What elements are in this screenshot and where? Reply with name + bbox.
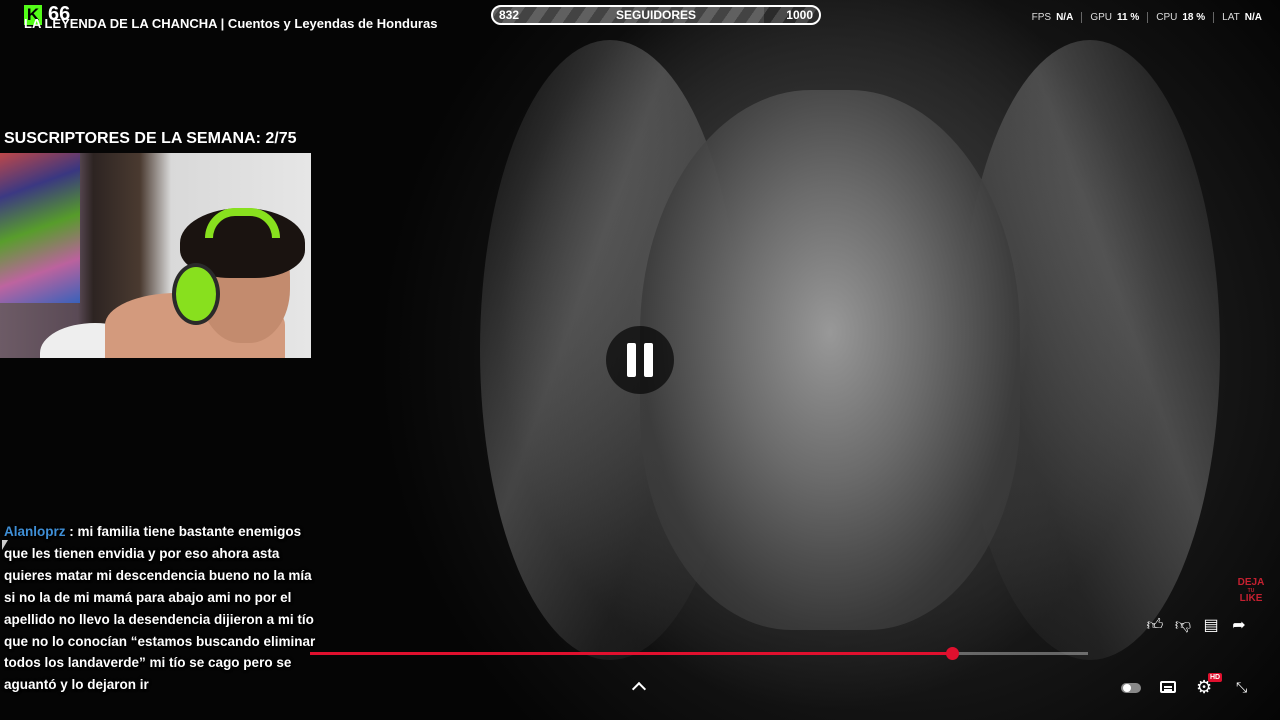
stream-title: LA LEYENDA DE LA CHANCHA | Cuentos y Ley… (24, 16, 438, 31)
chat-username[interactable]: Alanloprz (4, 524, 66, 539)
video-face (640, 90, 1020, 630)
headphone-icon (172, 263, 220, 325)
fullscreen-exit-icon[interactable]: ⤡ (1236, 680, 1247, 694)
hd-badge: HD (1208, 673, 1223, 682)
chat-message: Alanloprz : mi familia tiene bastante en… (4, 521, 316, 696)
performance-stats: FPS N/A GPU 11 % CPU 18 % LAT N/A (1024, 12, 1270, 23)
comment-icon[interactable]: ▤ (1201, 616, 1221, 636)
webcam-posters (0, 153, 80, 303)
webcam-overlay (0, 153, 311, 358)
chat-text: mi familia tiene bastante enemigos que l… (4, 524, 316, 693)
deja-tu-like-watermark: DEJA TU LIKE (1236, 578, 1266, 604)
stat-cpu: CPU 18 % (1147, 12, 1213, 23)
progress-scrubber-handle[interactable] (945, 647, 959, 660)
progress-bar[interactable] (310, 647, 1088, 660)
goal-label: SEGUIDORES (615, 8, 696, 22)
goal-target: 1000 (786, 8, 813, 22)
stat-gpu: GPU 11 % (1081, 12, 1147, 23)
pause-icon-bar (644, 343, 653, 377)
pause-button[interactable] (606, 326, 674, 394)
follower-goal-bar: 832 SEGUIDORES 1000 (491, 5, 821, 25)
stat-lat: LAT N/A (1213, 12, 1270, 23)
watermark-line3: LIKE (1239, 593, 1263, 604)
watermark-line1: DEJA (1237, 577, 1265, 588)
pause-icon (627, 343, 636, 377)
subs-of-week-heading: SUSCRIPTORES DE LA SEMANA: 2/75 (4, 130, 297, 147)
share-icon[interactable]: ➦ (1229, 616, 1249, 636)
chat-separator: : (65, 524, 78, 539)
captions-icon[interactable] (1160, 681, 1176, 693)
thumbs-up-icon[interactable]: 👍︎ (1145, 616, 1165, 636)
progress-played (310, 652, 952, 655)
thumbs-down-icon[interactable]: 👎︎ (1173, 616, 1193, 636)
stat-fps: FPS N/A (1031, 12, 1074, 23)
autoplay-toggle[interactable] (1121, 683, 1141, 693)
action-icons: 👍︎ 👎︎ ▤ ➦ (1145, 616, 1249, 636)
